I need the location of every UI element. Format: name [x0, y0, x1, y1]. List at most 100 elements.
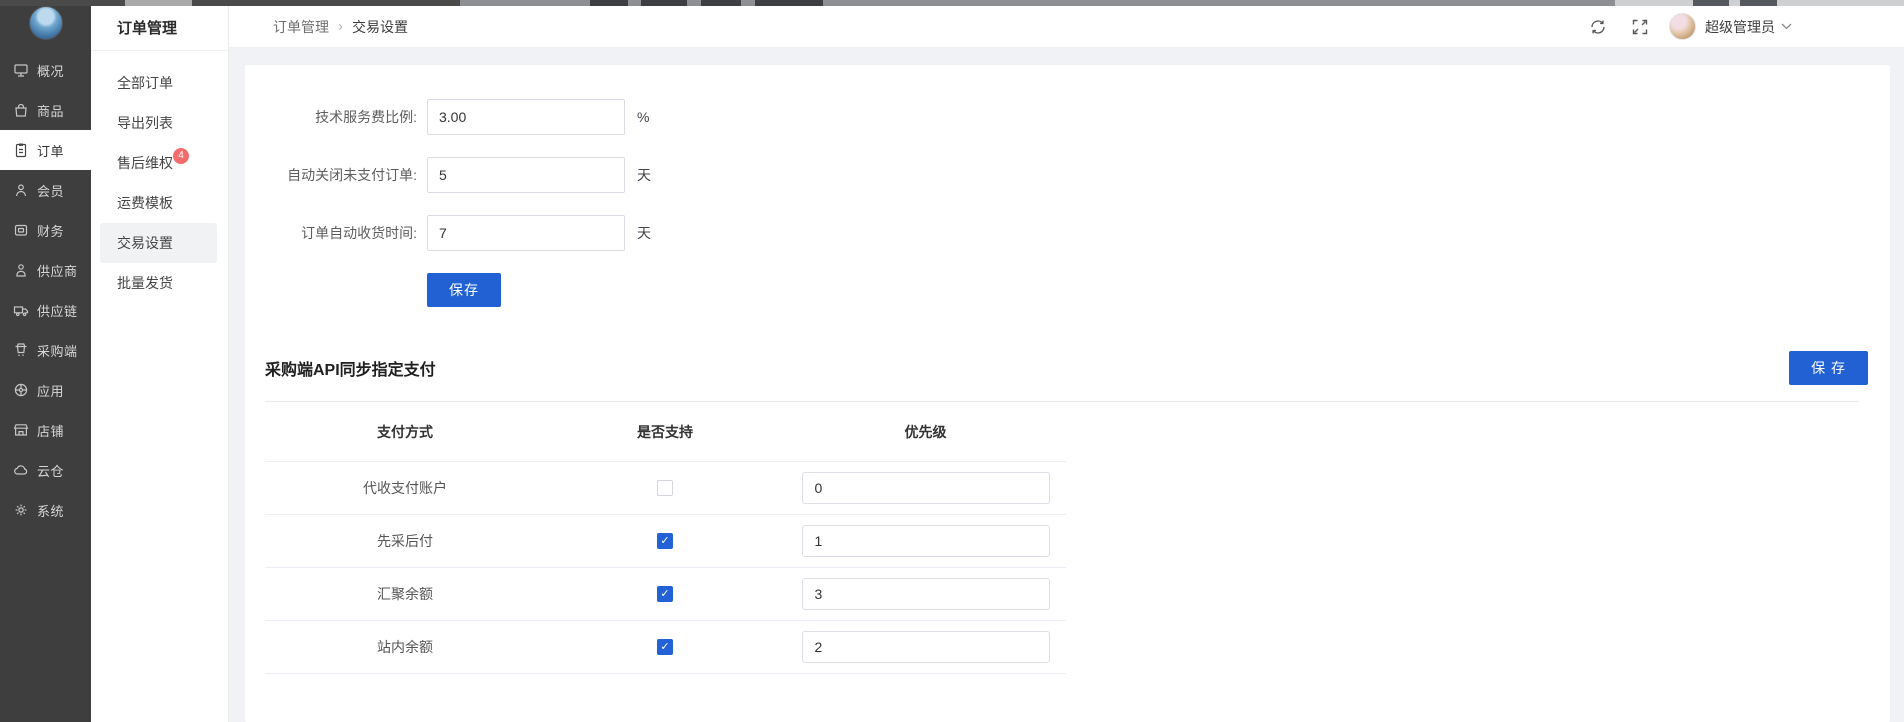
- clipped-content-fragment: [590, 0, 628, 6]
- sidebar-item-label: 订单: [37, 141, 64, 160]
- trade-settings-card: 技术服务费比例: % 自动关闭未支付订单: 天 订单自动收货时间: 天: [245, 65, 1890, 722]
- header-actions: 超级管理员: [1589, 13, 1792, 40]
- form-row: 自动关闭未支付订单: 天: [245, 157, 1890, 193]
- auto-receive-input[interactable]: [427, 215, 625, 251]
- support-checkbox[interactable]: ✓: [657, 586, 673, 602]
- submenu-item-batch-shipping[interactable]: 批量发货: [91, 263, 228, 303]
- auto-receive-label: 订单自动收货时间:: [245, 223, 417, 243]
- payment-method-name: 汇聚余额: [265, 584, 545, 604]
- sidebar-item-label: 店铺: [37, 421, 64, 440]
- after-sales-count-badge: 4: [173, 148, 189, 164]
- auto-receive-suffix: 天: [637, 223, 651, 243]
- clipped-content-fragment: [755, 0, 823, 6]
- order-clipboard-icon: [13, 142, 29, 158]
- sidebar-item-label: 应用: [37, 381, 64, 400]
- primary-sidebar: 概况 商品 订单 会员 财务 供应商 供应链 采购端: [0, 0, 91, 722]
- save-button[interactable]: 保存: [427, 273, 501, 307]
- table-row: 站内余额 ✓: [265, 621, 1066, 674]
- col-header-supported: 是否支持: [545, 422, 785, 442]
- user-avatar[interactable]: [1669, 13, 1696, 40]
- sidebar-item-suppliers[interactable]: 供应商: [0, 250, 91, 290]
- col-header-priority: 优先级: [785, 422, 1066, 442]
- sidebar-item-apps[interactable]: 应用: [0, 370, 91, 410]
- clipped-top-bar: [0, 0, 1904, 6]
- section-save-button[interactable]: 保 存: [1789, 351, 1868, 385]
- priority-input[interactable]: [802, 472, 1050, 504]
- table-row: 先采后付 ✓: [265, 515, 1066, 568]
- priority-input[interactable]: [802, 578, 1050, 610]
- support-checkbox[interactable]: ✓: [657, 639, 673, 655]
- sidebar-item-procurement[interactable]: 采购端: [0, 330, 91, 370]
- clipped-content-fragment: [125, 0, 192, 6]
- table-row: 汇聚余额 ✓: [265, 568, 1066, 621]
- system-gear-icon: [13, 502, 29, 518]
- refresh-icon[interactable]: [1589, 18, 1607, 36]
- finance-wallet-icon: [13, 222, 29, 238]
- auto-close-input[interactable]: [427, 157, 625, 193]
- priority-input[interactable]: [802, 525, 1050, 557]
- chevron-down-icon[interactable]: [1781, 21, 1792, 32]
- procurement-cart-icon: [13, 342, 29, 358]
- fullscreen-icon[interactable]: [1631, 18, 1649, 36]
- monitor-icon: [13, 62, 29, 78]
- submenu-item-export-list[interactable]: 导出列表: [91, 103, 228, 143]
- submenu-item-freight-template[interactable]: 运费模板: [91, 183, 228, 223]
- sidebar-item-system[interactable]: 系统: [0, 490, 91, 530]
- shop-icon: [13, 422, 29, 438]
- col-header-method: 支付方式: [265, 422, 545, 442]
- supplier-person-icon: [13, 262, 29, 278]
- submenu-item-trade-settings[interactable]: 交易设置: [100, 223, 217, 263]
- payment-method-name: 站内余额: [265, 637, 545, 657]
- member-person-icon: [13, 182, 29, 198]
- submenu-item-after-sales[interactable]: 售后维权 4: [91, 143, 228, 183]
- breadcrumb-parent[interactable]: 订单管理: [273, 17, 329, 37]
- submenu-item-all-orders[interactable]: 全部订单: [91, 63, 228, 103]
- sidebar-item-overview[interactable]: 概况: [0, 50, 91, 90]
- clipped-content-fragment: [701, 0, 741, 6]
- sidebar-item-orders[interactable]: 订单: [0, 130, 91, 170]
- sidebar-item-shop[interactable]: 店铺: [0, 410, 91, 450]
- payment-method-name: 代收支付账户: [265, 478, 545, 498]
- clipped-content-fragment: [641, 0, 687, 6]
- sidebar-item-label: 概况: [37, 61, 64, 80]
- clipped-content-fragment: [1740, 0, 1777, 6]
- sidebar-item-goods[interactable]: 商品: [0, 90, 91, 130]
- orders-submenu: 订单管理 全部订单 导出列表 售后维权 4 运费模板 交易设置 批量发货: [91, 6, 229, 722]
- admin-name[interactable]: 超级管理员: [1705, 17, 1775, 37]
- admin-screen: 概况 商品 订单 会员 财务 供应商 供应链 采购端: [0, 0, 1904, 722]
- supply-chain-truck-icon: [13, 302, 29, 318]
- sidebar-item-supply-chain[interactable]: 供应链: [0, 290, 91, 330]
- table-header-row: 支付方式 是否支持 优先级: [265, 402, 1066, 462]
- content-area: 技术服务费比例: % 自动关闭未支付订单: 天 订单自动收货时间: 天: [229, 48, 1904, 722]
- top-header: 订单管理 › 交易设置 超级管理员: [229, 6, 1904, 48]
- site-logo[interactable]: [29, 6, 63, 40]
- auto-close-label: 自动关闭未支付订单:: [245, 165, 417, 185]
- service-fee-suffix: %: [637, 109, 649, 125]
- sidebar-item-label: 供应链: [37, 301, 78, 320]
- sidebar-item-cloud-warehouse[interactable]: 云仓: [0, 450, 91, 490]
- priority-input[interactable]: [802, 631, 1050, 663]
- service-fee-input[interactable]: [427, 99, 625, 135]
- sidebar-item-label: 采购端: [37, 341, 78, 360]
- sidebar-item-label: 云仓: [37, 461, 64, 480]
- form-row: 技术服务费比例: %: [245, 99, 1890, 135]
- sidebar-item-label: 商品: [37, 101, 64, 120]
- breadcrumb: 订单管理 › 交易设置: [273, 17, 408, 37]
- sidebar-item-label: 财务: [37, 221, 64, 240]
- breadcrumb-current: 交易设置: [352, 17, 408, 37]
- sidebar-item-members[interactable]: 会员: [0, 170, 91, 210]
- support-checkbox[interactable]: ✓: [657, 480, 673, 496]
- form-row: 订单自动收货时间: 天: [245, 215, 1890, 251]
- check-icon: ✓: [660, 642, 669, 653]
- auto-close-suffix: 天: [637, 165, 651, 185]
- check-icon: ✓: [660, 589, 669, 600]
- table-row: 代收支付账户 ✓: [265, 462, 1066, 515]
- sidebar-item-finance[interactable]: 财务: [0, 210, 91, 250]
- clipped-segment: [0, 0, 460, 6]
- payment-method-name: 先采后付: [265, 531, 545, 551]
- goods-bag-icon: [13, 102, 29, 118]
- trade-settings-form: 技术服务费比例: % 自动关闭未支付订单: 天 订单自动收货时间: 天: [245, 65, 1890, 307]
- support-checkbox[interactable]: ✓: [657, 533, 673, 549]
- sidebar-item-label: 会员: [37, 181, 64, 200]
- sidebar-item-label: 供应商: [37, 261, 78, 280]
